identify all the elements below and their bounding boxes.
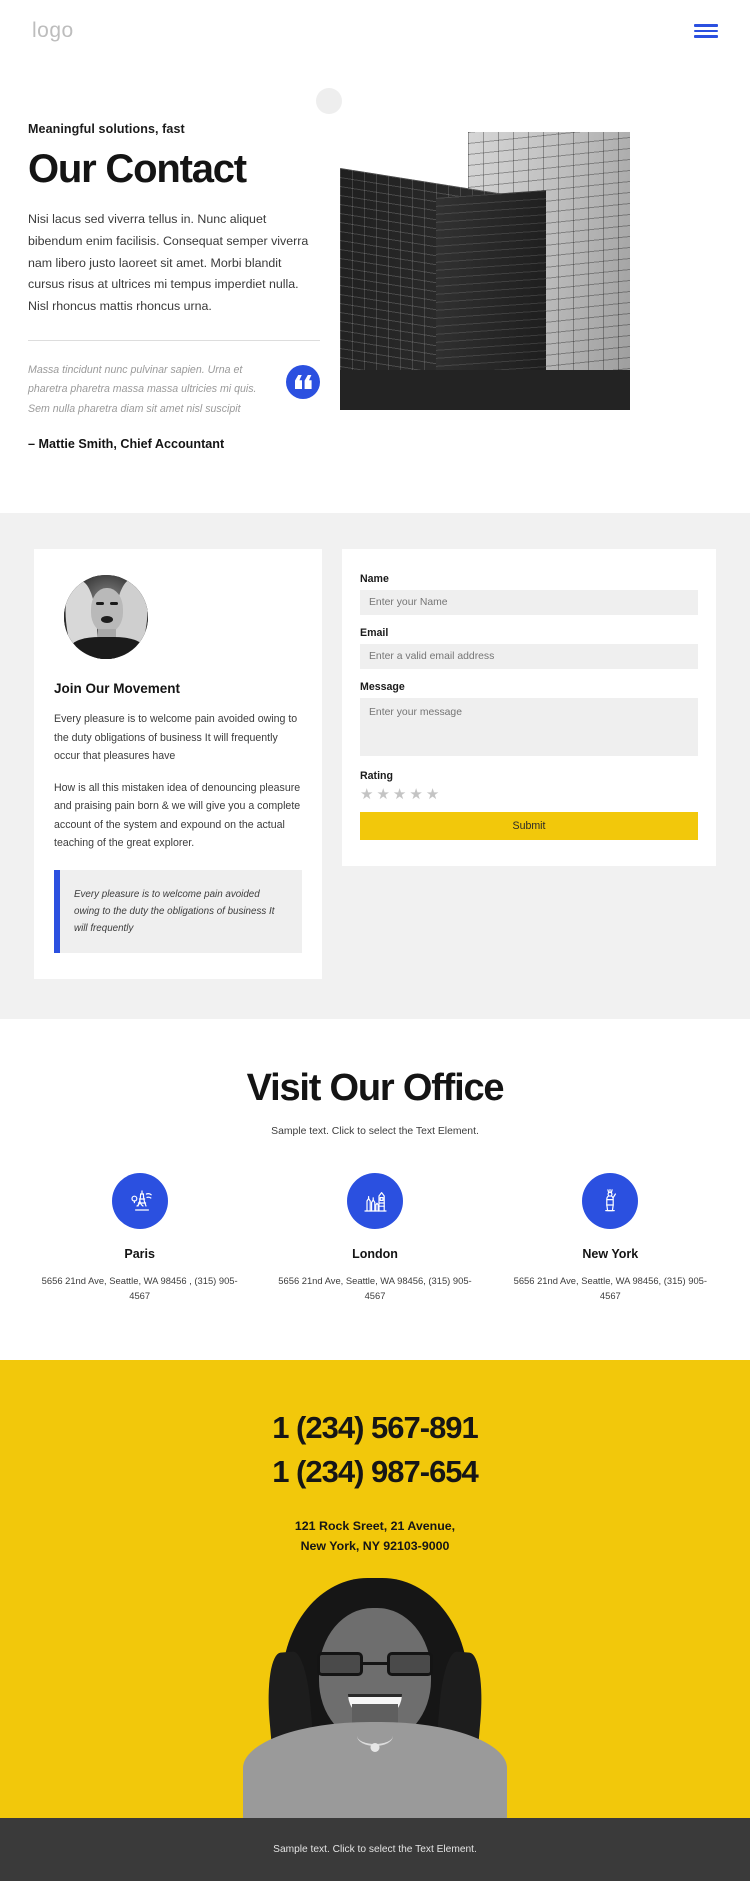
eiffel-tower-icon: [111, 1173, 168, 1230]
office-name: Paris: [124, 1247, 155, 1262]
join-movement-blockquote: Every pleasure is to welcome pain avoide…: [54, 870, 302, 954]
star-icon[interactable]: ★: [426, 787, 439, 802]
glasses-lens-left: [317, 1651, 363, 1676]
hero-eyebrow: Meaningful solutions, fast: [28, 122, 185, 136]
join-movement-blockquote-text: Every pleasure is to welcome pain avoide…: [74, 889, 275, 935]
star-icon[interactable]: ★: [409, 787, 422, 802]
page-title: Our Contact: [28, 147, 247, 191]
big-ben-icon: [346, 1173, 403, 1230]
cta-section: 1 (234) 567-891 1 (234) 987-654 121 Rock…: [0, 1359, 750, 1818]
site-header: logo: [0, 0, 750, 62]
statue-of-liberty-icon: [582, 1173, 639, 1230]
name-input[interactable]: [360, 590, 698, 616]
glasses-lens-right: [387, 1651, 433, 1676]
offices-subtitle: Sample text. Click to select the Text El…: [271, 1126, 479, 1138]
offices-grid: Paris 5656 21nd Ave, Seattle, WA 98456 ,…: [30, 1173, 720, 1303]
join-movement-paragraph-1: Every pleasure is to welcome pain avoide…: [54, 713, 298, 762]
message-field-label: Message: [360, 681, 405, 694]
office-name: New York: [582, 1247, 639, 1262]
site-logo[interactable]: logo: [32, 19, 74, 43]
hero-quote-row: Massa tincidunt nunc pulvinar sapien. Ur…: [28, 361, 320, 420]
cta-person-image: [225, 1577, 525, 1818]
join-movement-title: Join Our Movement: [54, 681, 181, 697]
image-base: [340, 370, 630, 410]
contact-form: Name Email Message Rating ★ ★ ★ ★ ★ Subm…: [360, 573, 698, 841]
contact-cards-section: Join Our Movement Every pleasure is to w…: [0, 513, 750, 1020]
avatar-face: [91, 588, 123, 633]
office-address: 5656 21nd Ave, Seattle, WA 98456 , (315)…: [41, 1275, 238, 1302]
rating-stepper[interactable]: ★ ★ ★ ★ ★: [360, 787, 698, 802]
site-footer: Sample text. Click to select the Text El…: [0, 1817, 750, 1881]
hamburger-menu-icon[interactable]: [694, 24, 718, 38]
office-address: 5656 21nd Ave, Seattle, WA 98456, (315) …: [513, 1275, 707, 1302]
cta-address-line-2: New York, NY 92103-9000: [300, 1538, 450, 1553]
quote-mark-icon[interactable]: [286, 364, 320, 399]
person-glasses: [317, 1651, 433, 1676]
name-field-label: Name: [360, 573, 389, 586]
submit-button[interactable]: Submit: [360, 812, 698, 841]
star-icon[interactable]: ★: [360, 787, 373, 802]
star-icon[interactable]: ★: [393, 787, 406, 802]
office-name: London: [352, 1247, 398, 1262]
office-card-london[interactable]: London 5656 21nd Ave, Seattle, WA 98456,…: [265, 1173, 484, 1303]
join-movement-card: Join Our Movement Every pleasure is to w…: [34, 549, 322, 980]
contact-form-card: Name Email Message Rating ★ ★ ★ ★ ★ Subm…: [342, 549, 716, 867]
office-card-new-york[interactable]: New York 5656 21nd Ave, Seattle, WA 9845…: [501, 1173, 720, 1303]
hero-quote-author: – Mattie Smith, Chief Accountant: [28, 437, 225, 452]
phone-number-primary[interactable]: 1 (234) 567-891: [20, 1406, 730, 1451]
office-address: 5656 21nd Ave, Seattle, WA 98456, (315) …: [278, 1275, 472, 1302]
hero-buildings-image: [340, 132, 630, 410]
hero-quote-text: Massa tincidunt nunc pulvinar sapien. Ur…: [28, 363, 257, 415]
phone-number-secondary[interactable]: 1 (234) 987-654: [20, 1450, 730, 1495]
hamburger-bar: [694, 29, 718, 33]
glasses-bridge: [363, 1661, 387, 1665]
person-pendant: [370, 1742, 380, 1752]
join-movement-paragraph-2: How is all this mistaken idea of denounc…: [54, 782, 301, 849]
rating-field-label: Rating: [360, 770, 393, 783]
avatar-shoulder: [72, 637, 142, 660]
hero-text-column: Meaningful solutions, fast Our Contact N…: [28, 104, 320, 451]
hero-section: Meaningful solutions, fast Our Contact N…: [0, 62, 750, 514]
star-icon[interactable]: ★: [376, 787, 389, 802]
decorative-dot: [316, 88, 342, 114]
hamburger-bar: [694, 24, 718, 27]
footer-text: Sample text. Click to select the Text El…: [273, 1843, 477, 1855]
hero-paragraph: Nisi lacus sed viverra tellus in. Nunc a…: [28, 212, 309, 313]
message-input[interactable]: [360, 698, 698, 757]
email-input[interactable]: [360, 644, 698, 670]
hamburger-bar: [694, 35, 718, 38]
offices-title: Visit Our Office: [246, 1067, 505, 1110]
avatar: [64, 575, 148, 660]
cta-address-line-1: 121 Rock Sreet, 21 Avenue,: [294, 1519, 456, 1534]
email-field-label: Email: [360, 627, 389, 640]
divider: [28, 339, 320, 341]
cta-address: 121 Rock Sreet, 21 Avenue, New York, NY …: [20, 1517, 730, 1555]
hero-image-column: [316, 88, 722, 410]
offices-section: Visit Our Office Sample text. Click to s…: [0, 1019, 750, 1360]
office-card-paris[interactable]: Paris 5656 21nd Ave, Seattle, WA 98456 ,…: [30, 1173, 249, 1303]
